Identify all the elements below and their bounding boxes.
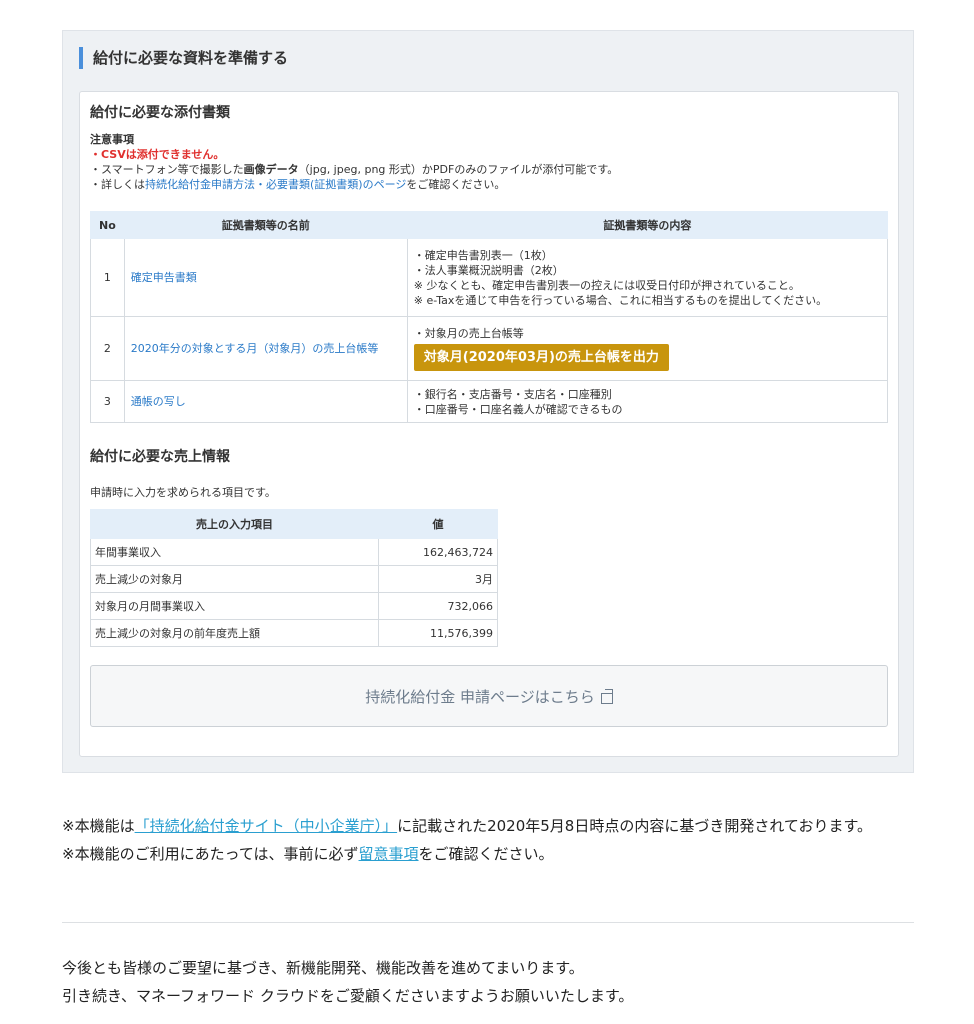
sales-value: 162,463,724 bbox=[378, 538, 498, 566]
note-csv: ・CSVは添付できません。 bbox=[90, 148, 225, 161]
table-row: 1 確定申告書類 ・確定申告書別表一（1枚） ・法人事業概況説明書（2枚） ※ … bbox=[90, 238, 889, 317]
footer-notes: ※本機能は「持続化給付金サイト（中小企業庁）」に記載された2020年5月8日時点… bbox=[62, 812, 922, 868]
table-row: 年間事業収入 162,463,724 bbox=[90, 538, 498, 566]
note-image-text: ・スマートフォン等で撮影した bbox=[90, 163, 244, 176]
notes-title: 注意事項 bbox=[90, 133, 134, 146]
external-link-icon bbox=[600, 688, 613, 704]
sales-label: 年間事業収入 bbox=[90, 538, 379, 566]
footer-text: ※本機能は bbox=[62, 817, 135, 835]
note-image-text-post: （jpg, jpeg, png 形式）かPDFのみのファイルが添付可能です。 bbox=[298, 163, 619, 176]
attachments-title: 給付に必要な添付書類 bbox=[90, 105, 230, 121]
col-sales-value: 値 bbox=[378, 509, 498, 539]
col-name: 証拠書類等の名前 bbox=[123, 211, 408, 239]
notes-link[interactable]: 留意事項 bbox=[359, 845, 419, 863]
footer-text: をご確認ください。 bbox=[418, 845, 554, 863]
note-detail: ・詳しくは持続化給付金申請方法・必要書類(証拠書類)のページをご確認ください。 bbox=[90, 177, 618, 192]
detail-line: ※ 少なくとも、確定申告書別表一の控えには収受日付印が押されていること。 bbox=[413, 278, 800, 292]
sales-value: 3月 bbox=[378, 565, 498, 593]
row-no: 3 bbox=[90, 380, 125, 423]
sales-table: 売上の入力項目 値 年間事業収入 162,463,724 売上減少の対象月 3月… bbox=[90, 509, 498, 647]
closing-line: 今後とも皆様のご要望に基づき、新機能開発、機能改善を進めてまいります。 bbox=[62, 959, 584, 977]
sales-title: 給付に必要な売上情報 bbox=[90, 449, 230, 465]
section-heading: 給付に必要な資料を準備する bbox=[79, 47, 288, 69]
table-row: 売上減少の対象月 3月 bbox=[90, 565, 498, 593]
document-name-link[interactable]: 確定申告書類 bbox=[123, 238, 408, 317]
detail-line: ・法人事業概況説明書（2枚） bbox=[413, 263, 564, 277]
footer-text: ※本機能のご利用にあたっては、事前に必ず bbox=[62, 845, 359, 863]
note-image: ・スマートフォン等で撮影した画像データ（jpg, jpeg, png 形式）かP… bbox=[90, 162, 618, 177]
detail-line: ・口座番号・口座名義人が確認できるもの bbox=[413, 402, 623, 416]
table-row: 3 通帳の写し ・銀行名・支店番号・支店名・口座種別 ・口座番号・口座名義人が確… bbox=[90, 380, 889, 423]
apply-page-label: 持続化給付金 申請ページはこちら bbox=[365, 687, 595, 706]
closing-line: 引き続き、マネーフォワード クラウドをご愛顧くださいますようお願いいたします。 bbox=[62, 987, 634, 1005]
sales-label: 売上減少の対象月 bbox=[90, 565, 379, 593]
document-details: ・銀行名・支店番号・支店名・口座種別 ・口座番号・口座名義人が確認できるもの bbox=[406, 380, 889, 423]
sales-note: 申請時に入力を求められる項目です。 bbox=[90, 486, 276, 499]
subsidy-site-link[interactable]: 「持続化給付金サイト（中小企業庁）」 bbox=[135, 817, 398, 835]
apply-page-button[interactable]: 持続化給付金 申請ページはこちら bbox=[90, 665, 888, 727]
col-no: No bbox=[90, 211, 125, 239]
documents-table: No 証拠書類等の名前 証拠書類等の内容 1 確定申告書類 ・確定申告書別表一（… bbox=[90, 211, 889, 423]
export-sales-ledger-button[interactable]: 対象月(2020年03月)の売上台帳を出力 bbox=[413, 344, 669, 371]
note-image-bold: 画像データ bbox=[243, 163, 299, 176]
row-no: 2 bbox=[90, 316, 125, 381]
note-detail-text: ・詳しくは bbox=[90, 178, 145, 191]
row-no: 1 bbox=[90, 238, 125, 317]
sales-table-header: 売上の入力項目 値 bbox=[90, 509, 498, 539]
col-sales-item: 売上の入力項目 bbox=[90, 509, 379, 539]
detail-line: ・銀行名・支店番号・支店名・口座種別 bbox=[413, 387, 612, 401]
document-name-link[interactable]: 通帳の写し bbox=[123, 380, 408, 423]
required-documents-link[interactable]: 持続化給付金申請方法・必要書類(証拠書類)のページ bbox=[145, 178, 406, 191]
document-details: ・確定申告書別表一（1枚） ・法人事業概況説明書（2枚） ※ 少なくとも、確定申… bbox=[406, 238, 889, 317]
prepare-documents-panel: 給付に必要な資料を準備する 給付に必要な添付書類 注意事項 ・CSVは添付できま… bbox=[62, 30, 914, 773]
sales-label: 対象月の月間事業収入 bbox=[90, 592, 379, 620]
notes-block: 注意事項 ・CSVは添付できません。 ・スマートフォン等で撮影した画像データ（j… bbox=[90, 132, 618, 192]
table-row: 対象月の月間事業収入 732,066 bbox=[90, 592, 498, 620]
detail-line: ・確定申告書別表一（1枚） bbox=[413, 248, 553, 262]
document-details: ・対象月の売上台帳等 対象月(2020年03月)の売上台帳を出力 bbox=[406, 316, 889, 381]
closing-message: 今後とも皆様のご要望に基づき、新機能開発、機能改善を進めてまいります。 引き続き… bbox=[62, 954, 922, 1010]
col-content: 証拠書類等の内容 bbox=[406, 211, 889, 239]
sales-value: 732,066 bbox=[378, 592, 498, 620]
documents-card: 給付に必要な添付書類 注意事項 ・CSVは添付できません。 ・スマートフォン等で… bbox=[79, 91, 899, 757]
footer-note-2: ※本機能のご利用にあたっては、事前に必ず留意事項をご確認ください。 bbox=[62, 840, 922, 868]
documents-table-header: No 証拠書類等の名前 証拠書類等の内容 bbox=[90, 211, 889, 239]
detail-line: ※ e-Taxを通じて申告を行っている場合、これに相当するものを提出してください… bbox=[413, 293, 828, 307]
document-name-link[interactable]: 2020年分の対象とする月（対象月）の売上台帳等 bbox=[123, 316, 408, 381]
table-row: 売上減少の対象月の前年度売上額 11,576,399 bbox=[90, 619, 498, 647]
sales-label: 売上減少の対象月の前年度売上額 bbox=[90, 619, 379, 647]
divider bbox=[62, 922, 914, 923]
detail-line: ・対象月の売上台帳等 bbox=[413, 327, 524, 340]
table-row: 2 2020年分の対象とする月（対象月）の売上台帳等 ・対象月の売上台帳等 対象… bbox=[90, 316, 889, 381]
footer-note-1: ※本機能は「持続化給付金サイト（中小企業庁）」に記載された2020年5月8日時点… bbox=[62, 812, 922, 840]
footer-text: に記載された2020年5月8日時点の内容に基づき開発されております。 bbox=[397, 817, 872, 835]
sales-value: 11,576,399 bbox=[378, 619, 498, 647]
note-detail-text-post: をご確認ください。 bbox=[406, 178, 506, 191]
